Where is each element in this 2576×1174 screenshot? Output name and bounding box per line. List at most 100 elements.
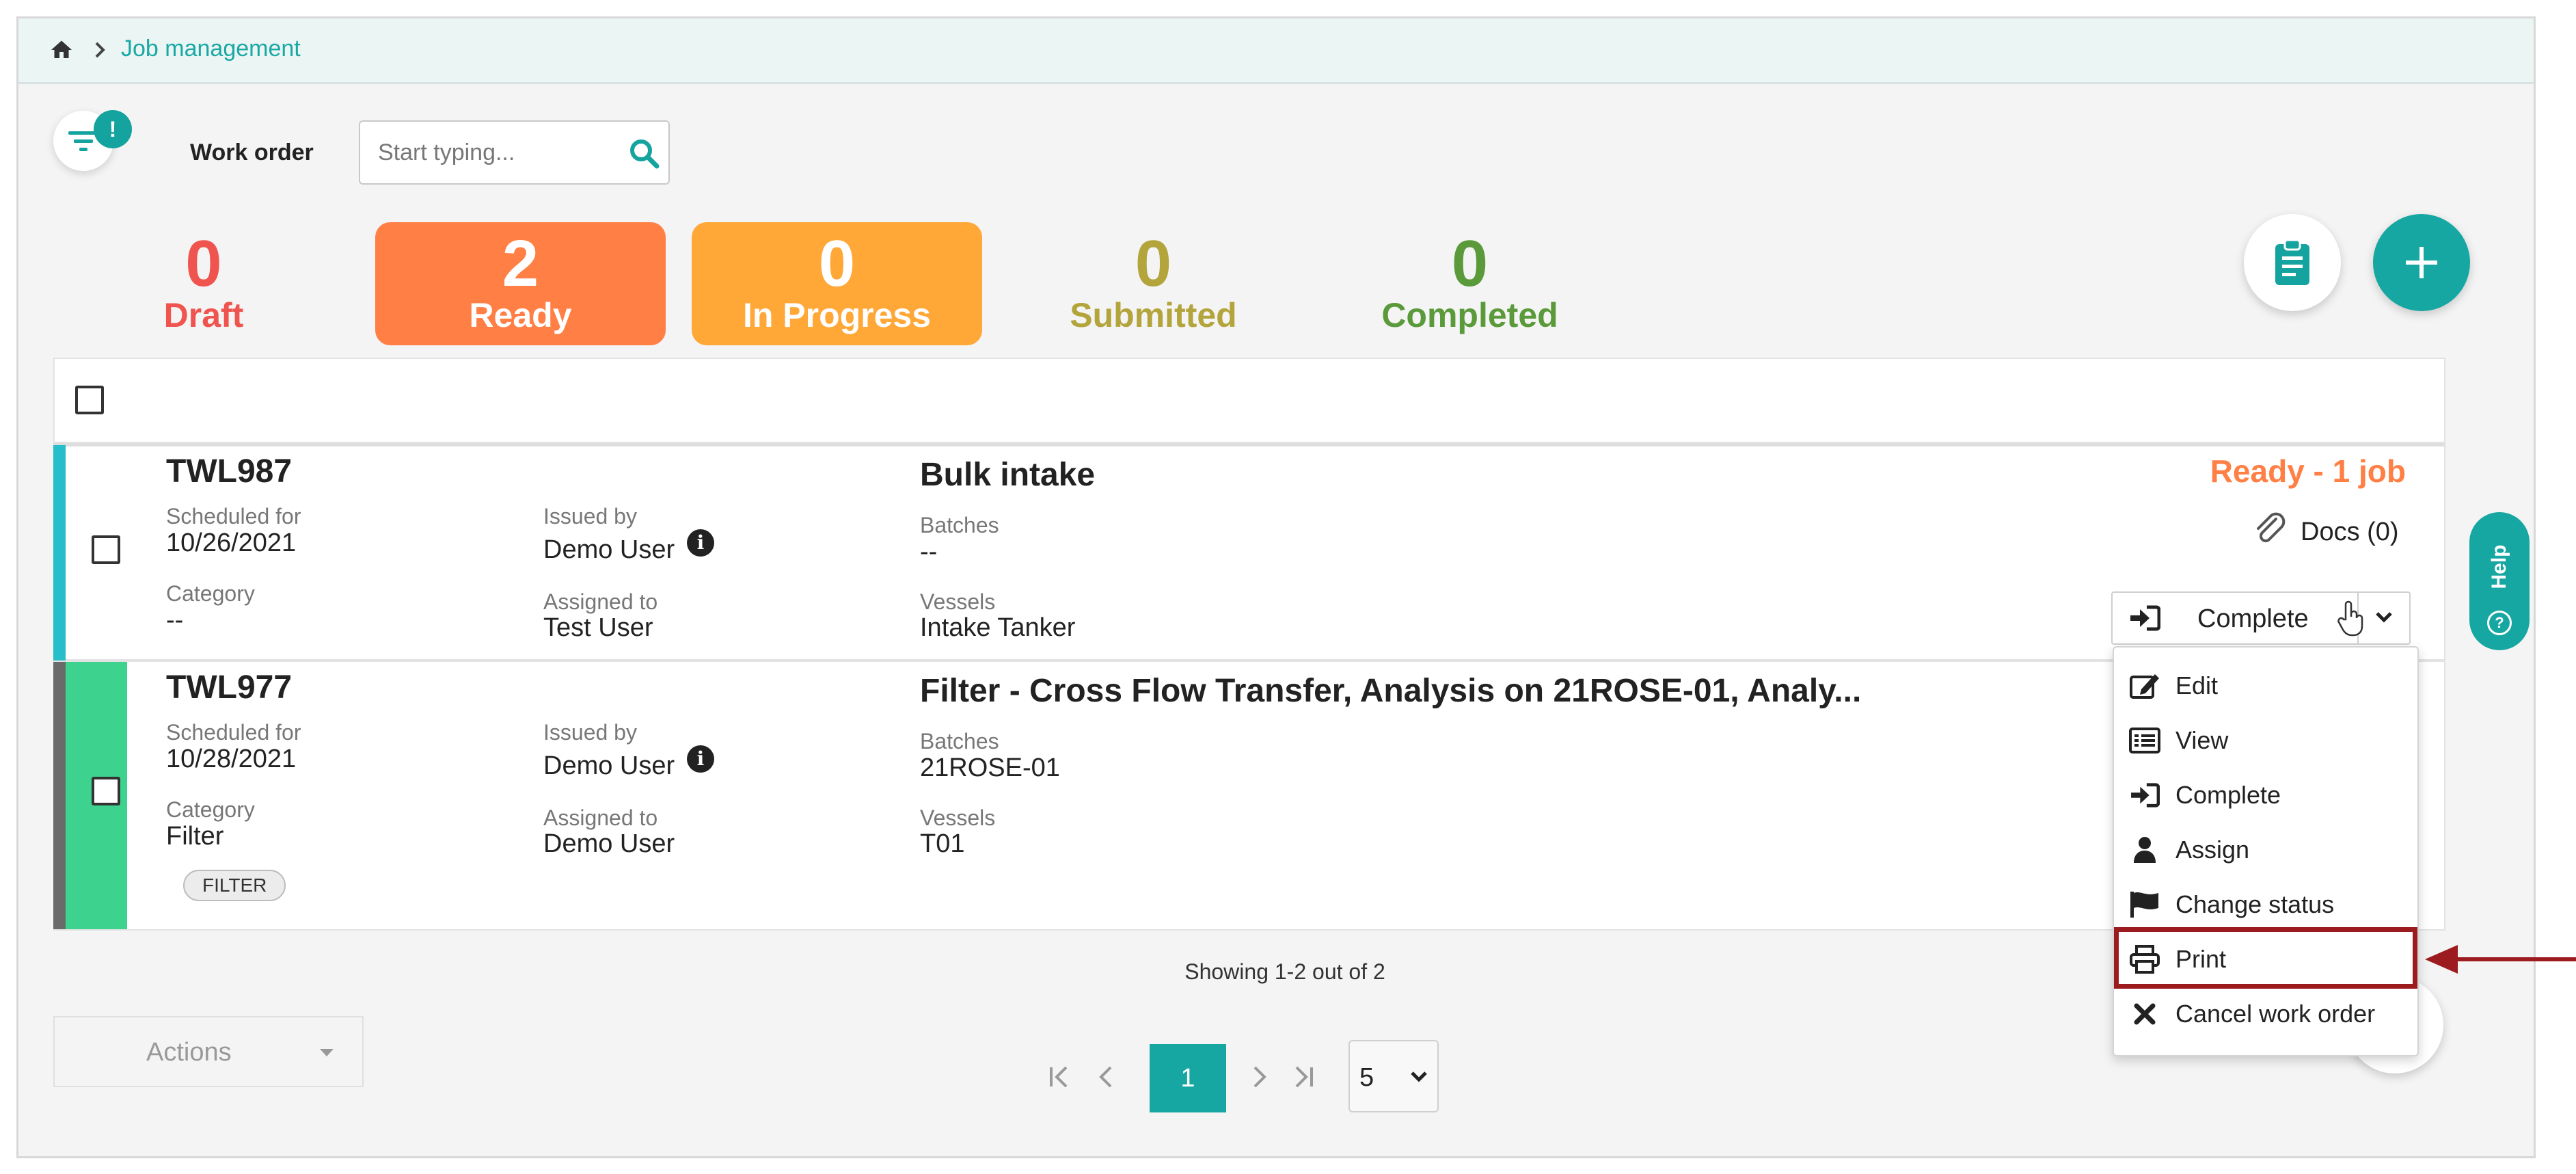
chevron-right-icon <box>91 39 109 61</box>
menu-item-change-status[interactable]: Change status <box>2114 877 2417 932</box>
menu-item-cancel-work-order[interactable]: Cancel work order <box>2114 987 2417 1041</box>
status-stripe-edge <box>53 662 66 929</box>
ready-label: Ready <box>469 296 572 334</box>
menu-item-edit[interactable]: Edit <box>2114 658 2417 713</box>
category-label: Category <box>166 797 255 822</box>
info-icon[interactable]: i <box>687 529 714 557</box>
status-tab-ready[interactable]: 2 Ready <box>375 222 666 345</box>
next-page-icon[interactable] <box>1244 1062 1274 1092</box>
status-tab-in-progress[interactable]: 0 In Progress <box>692 222 982 345</box>
select-all-checkbox[interactable] <box>75 386 104 414</box>
draft-count: 0 <box>185 227 222 300</box>
batches-label: Batches <box>920 513 999 537</box>
paperclip-icon <box>2253 512 2288 548</box>
completed-label: Completed <box>1381 296 1558 334</box>
hand-cursor-icon <box>2336 599 2366 637</box>
chevron-down-icon <box>2376 612 2392 623</box>
flag-icon <box>2128 890 2162 919</box>
assigned-to: Test User <box>543 613 653 642</box>
arrow-left-icon <box>2425 942 2576 976</box>
category-tag: FILTER <box>183 870 286 901</box>
actions-dropdown[interactable]: Actions <box>53 1016 364 1087</box>
docs-link[interactable]: Docs (0) <box>2301 518 2399 547</box>
sign-in-icon <box>2128 782 2162 808</box>
work-order-number[interactable]: TWL977 <box>166 669 292 706</box>
work-order-number[interactable]: TWL987 <box>166 453 292 490</box>
help-label: Help <box>2488 544 2510 589</box>
menu-item-label: Cancel work order <box>2175 1000 2376 1028</box>
work-order-title[interactable]: Filter - Cross Flow Transfer, Analysis o… <box>920 672 1861 710</box>
info-icon[interactable]: i <box>687 745 714 773</box>
search-icon[interactable] <box>627 137 662 171</box>
status-tab-draft[interactable]: 0 Draft <box>91 222 316 345</box>
scheduled-label: Scheduled for <box>166 504 301 529</box>
assigned-label: Assigned to <box>543 805 658 830</box>
row-checkbox[interactable] <box>92 535 120 564</box>
close-icon <box>2128 1002 2162 1026</box>
previous-page-icon[interactable] <box>1092 1062 1122 1092</box>
batches-value: 21ROSE-01 <box>920 753 1060 782</box>
menu-item-label: Complete <box>2175 781 2281 809</box>
help-tab[interactable]: ? Help <box>2469 512 2530 650</box>
complete-label: Complete <box>2197 604 2309 633</box>
completed-count: 0 <box>1451 227 1489 300</box>
sign-in-icon <box>2130 605 2160 631</box>
status-tab-completed[interactable]: 0 Completed <box>1325 222 1615 345</box>
clipboard-button[interactable] <box>2244 214 2341 311</box>
issued-by: Demo User <box>543 751 675 780</box>
first-page-icon[interactable] <box>1044 1062 1074 1092</box>
status-tab-submitted[interactable]: 0 Submitted <box>1008 222 1299 345</box>
vessels-label: Vessels <box>920 805 996 830</box>
in-progress-label: In Progress <box>742 296 932 334</box>
vessels-value: Intake Tanker <box>920 613 1076 642</box>
row-actions-menu: Edit View Complete Assign Change status … <box>2113 646 2419 1056</box>
category-value: -- <box>166 606 184 635</box>
vessels-label: Vessels <box>920 589 996 614</box>
menu-item-label: Assign <box>2175 836 2250 864</box>
assigned-to: Demo User <box>543 829 675 858</box>
issued-label: Issued by <box>543 504 637 529</box>
current-page-button[interactable]: 1 <box>1150 1044 1226 1112</box>
issued-label: Issued by <box>543 720 637 745</box>
table-row[interactable] <box>53 443 2445 661</box>
breadcrumb-current[interactable]: Job management <box>121 36 301 62</box>
scheduled-date: 10/26/2021 <box>166 529 297 557</box>
work-order-label: Work order <box>190 139 314 165</box>
menu-item-label: Change status <box>2175 890 2335 918</box>
row-status: Ready - 1 job <box>2210 453 2406 489</box>
menu-item-view[interactable]: View <box>2114 713 2417 768</box>
category-value: Filter <box>166 822 224 851</box>
ready-count: 2 <box>502 227 539 300</box>
question-icon: ? <box>2487 611 2512 635</box>
last-page-icon[interactable] <box>1288 1062 1318 1092</box>
user-icon <box>2128 836 2162 864</box>
edit-icon <box>2128 671 2162 700</box>
complete-button[interactable]: Complete <box>2111 591 2357 645</box>
work-order-search <box>359 120 670 185</box>
list-icon <box>2128 728 2162 753</box>
home-icon[interactable] <box>49 38 74 62</box>
add-button[interactable] <box>2373 214 2470 311</box>
menu-item-assign[interactable]: Assign <box>2114 823 2417 877</box>
category-label: Category <box>166 581 255 606</box>
menu-item-label: View <box>2175 726 2229 754</box>
caret-down-icon <box>320 1049 334 1056</box>
clipboard-icon <box>2275 239 2309 285</box>
scheduled-date: 10/28/2021 <box>166 745 297 773</box>
draft-label: Draft <box>163 296 244 334</box>
batches-label: Batches <box>920 729 999 753</box>
search-input[interactable] <box>360 122 612 183</box>
submitted-count: 0 <box>1135 227 1172 300</box>
breadcrumb <box>18 18 2534 84</box>
page-size-value: 5 <box>1359 1063 1374 1092</box>
menu-item-complete[interactable]: Complete <box>2114 768 2417 823</box>
complete-dropdown-toggle[interactable] <box>2359 591 2411 645</box>
actions-label: Actions <box>146 1038 232 1067</box>
filter-badge: ! <box>94 110 132 148</box>
work-order-title[interactable]: Bulk intake <box>920 456 1095 494</box>
chevron-down-icon <box>1411 1071 1427 1082</box>
page-size-select[interactable]: 5 <box>1348 1040 1439 1112</box>
table-header <box>53 358 2445 443</box>
scheduled-label: Scheduled for <box>166 720 301 745</box>
row-checkbox[interactable] <box>92 777 120 805</box>
